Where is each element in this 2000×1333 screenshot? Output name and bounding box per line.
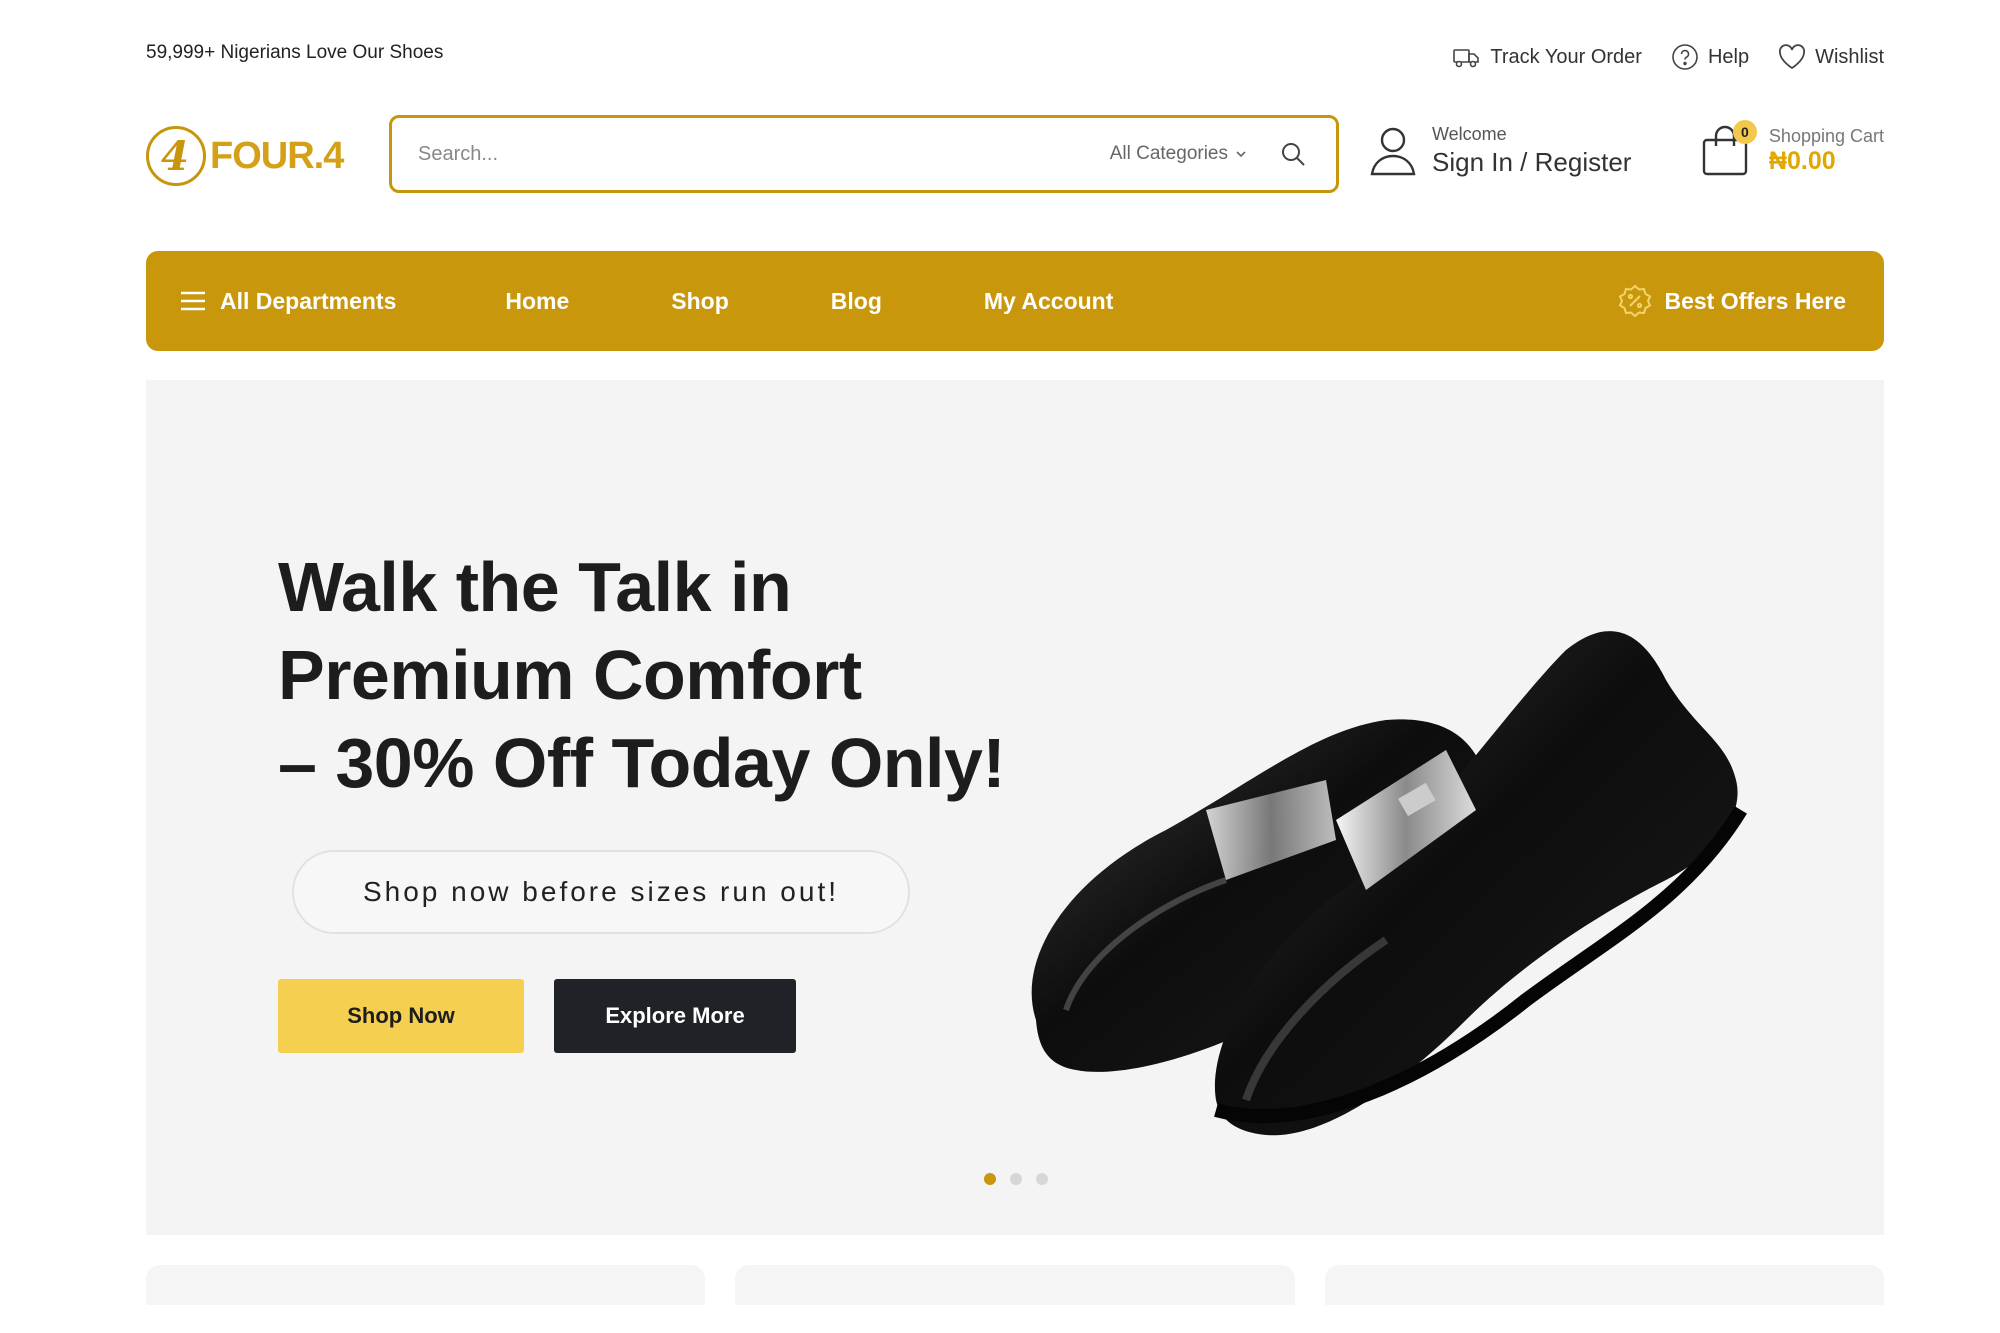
explore-more-button[interactable]: Explore More [554, 979, 796, 1053]
nav-item-shop[interactable]: Shop [620, 288, 780, 315]
help-icon [1672, 44, 1698, 70]
slider-dot-1[interactable] [984, 1173, 996, 1185]
cart-count-badge: 0 [1732, 120, 1757, 144]
search-icon[interactable] [1278, 139, 1308, 169]
heart-icon [1779, 44, 1806, 70]
account-link[interactable]: Welcome Sign In / Register [1368, 124, 1631, 178]
chevron-down-icon [1236, 151, 1246, 158]
category-card[interactable] [735, 1265, 1295, 1305]
discount-badge-icon [1619, 284, 1652, 318]
cart-bag: 0 [1699, 120, 1757, 178]
best-offers-link[interactable]: Best Offers Here [1618, 284, 1846, 318]
truck-icon [1453, 49, 1480, 68]
category-cards [146, 1265, 1884, 1305]
help-label: Help [1707, 45, 1750, 68]
cart-link[interactable]: 0 Shopping Cart ₦0.00 [1699, 120, 1884, 178]
search-bar: All Categories [389, 115, 1339, 193]
hero-subtitle-pill: Shop now before sizes run out! [292, 850, 910, 934]
top-bar: 59,999+ Nigerians Love Our Shoes Track Y… [146, 40, 1884, 76]
wishlist-link[interactable]: Wishlist [1777, 42, 1884, 72]
top-links: Track Your Order Help Wishlist [1452, 42, 1884, 72]
nav-menu: Home Shop Blog My Account [454, 288, 1164, 315]
slider-dots [984, 1173, 1048, 1185]
logo-mark: 4 [146, 126, 206, 186]
nav-item-home[interactable]: Home [454, 288, 620, 315]
wishlist-label: Wishlist [1815, 45, 1884, 68]
site-logo[interactable]: 4 FOUR.4 [146, 126, 344, 186]
hamburger-icon [181, 291, 205, 311]
welcome-text: Welcome [1432, 124, 1507, 144]
cart-amount: ₦0.00 [1768, 147, 1836, 175]
best-offers-label: Best Offers Here [1664, 287, 1846, 314]
category-select[interactable]: All Categories [1110, 143, 1248, 165]
track-order-link[interactable]: Track Your Order [1452, 42, 1642, 72]
slider-dot-3[interactable] [1036, 1173, 1048, 1185]
logo-text: FOUR.4 [210, 134, 344, 177]
tagline: 59,999+ Nigerians Love Our Shoes [146, 42, 444, 63]
hero-banner: Walk the Talk in Premium Comfort – 30% O… [146, 380, 1884, 1235]
help-link[interactable]: Help [1670, 42, 1749, 72]
all-departments-button[interactable]: All Departments [178, 286, 396, 316]
nav-item-blog[interactable]: Blog [780, 288, 933, 315]
track-order-label: Track Your Order [1490, 45, 1642, 68]
search-input[interactable] [392, 118, 1110, 190]
category-label: All Categories [1109, 143, 1228, 164]
shop-now-button[interactable]: Shop Now [278, 979, 524, 1053]
site-header: 4 FOUR.4 All Categories Welcome Sign In … [146, 112, 1884, 198]
product-shoe-image [1031, 631, 1747, 1136]
all-departments-label: All Departments [220, 287, 397, 314]
user-icon [1370, 127, 1416, 176]
cart-label: Shopping Cart [1768, 126, 1884, 146]
category-card[interactable] [1324, 1265, 1884, 1305]
nav-item-my-account[interactable]: My Account [933, 288, 1165, 315]
main-nav: All Departments Home Shop Blog My Accoun… [146, 251, 1884, 351]
slider-dot-2[interactable] [1010, 1173, 1022, 1185]
sign-in-register: Sign In / Register [1432, 147, 1632, 177]
category-card[interactable] [146, 1265, 706, 1305]
